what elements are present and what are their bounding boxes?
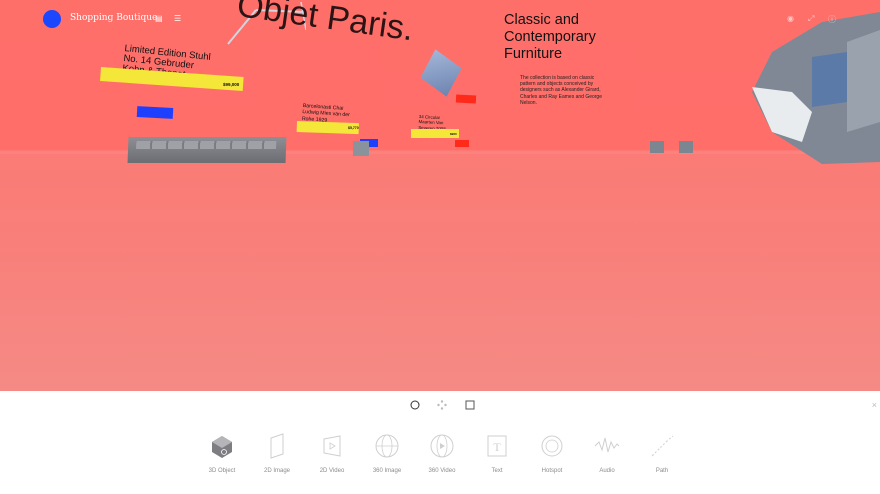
price-stuhl: $99,000 <box>223 82 240 87</box>
small-chair-object-2[interactable] <box>679 141 693 153</box>
path-icon <box>651 435 674 457</box>
product-button-circular[interactable] <box>455 140 469 147</box>
tool-label: Path <box>655 468 669 474</box>
3d-object-icon <box>212 436 232 458</box>
sofa-object[interactable] <box>127 137 287 163</box>
brand-name: Shopping Boutique <box>70 13 158 23</box>
small-chair-object-1[interactable] <box>650 141 664 153</box>
barcelona-chair-object[interactable] <box>353 141 369 156</box>
2d-image-icon <box>270 433 284 459</box>
scene-description: The collection is based on classic patte… <box>520 75 602 106</box>
circle-mode-icon[interactable] <box>410 400 420 410</box>
tool-label: 360 Image <box>372 468 402 474</box>
hotspot-icon <box>541 435 563 457</box>
armchair-object[interactable] <box>752 12 880 164</box>
tool-3d-object[interactable]: 3D Object <box>202 432 242 474</box>
price-barcelona: $5,770 <box>348 126 359 130</box>
360-image-icon <box>375 434 399 458</box>
tool-360-video[interactable]: 360 Video <box>422 432 462 474</box>
scene-headline: Classic and Contemporary Furniture <box>504 12 596 62</box>
360-video-icon <box>430 434 454 458</box>
product-button-stuhl[interactable] <box>136 106 174 119</box>
tool-path[interactable]: Path <box>642 432 682 474</box>
tool-text[interactable]: T Text <box>477 432 517 474</box>
expand-icon[interactable]: ⤢ <box>808 14 814 24</box>
tool-label: Audio <box>599 468 615 474</box>
svg-text:T: T <box>493 440 501 454</box>
cube-object[interactable] <box>420 49 462 97</box>
tool-label: Text <box>491 468 503 474</box>
tool-audio[interactable]: Audio <box>587 432 627 474</box>
square-mode-icon[interactable] <box>465 400 475 410</box>
tool-label: 2D Image <box>263 468 290 474</box>
move-mode-icon[interactable] <box>437 400 447 410</box>
2d-video-icon <box>323 435 341 457</box>
tool-label: 3D Object <box>208 468 236 474</box>
menu-icon[interactable]: ☰ <box>174 14 181 23</box>
camera-icon[interactable]: ◉ <box>787 14 794 23</box>
help-icon[interactable]: ⓘ <box>828 14 836 25</box>
3d-scene-viewport[interactable]: Objet Paris. Classic and Contemporary Fu… <box>0 0 880 391</box>
tool-label: Hotspot <box>541 468 563 474</box>
tool-2d-video[interactable]: 2D Video <box>312 432 352 474</box>
tool-360-image[interactable]: 360 Image <box>367 432 407 474</box>
product-button-circular-top[interactable] <box>455 94 477 104</box>
price-circular: $960 <box>450 132 457 136</box>
tool-hotspot[interactable]: Hotspot <box>532 432 572 474</box>
close-icon[interactable]: × <box>872 400 877 410</box>
brand-logo[interactable] <box>43 10 61 28</box>
tool-label: 2D Video <box>319 468 345 474</box>
audio-icon <box>594 437 620 453</box>
tool-2d-image[interactable]: 2D Image <box>257 432 297 474</box>
text-icon: T <box>487 435 507 457</box>
grid-icon[interactable]: ▤ <box>155 14 163 23</box>
tool-label: 360 Video <box>428 468 456 474</box>
